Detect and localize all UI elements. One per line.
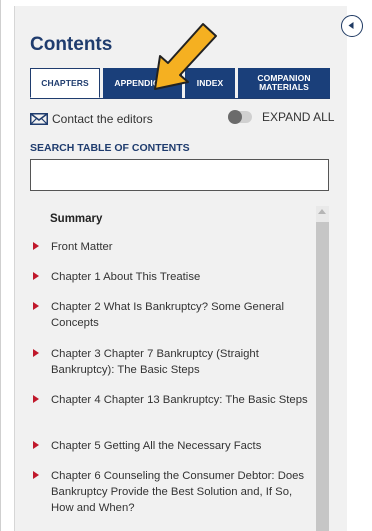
caret-right-icon (33, 242, 39, 250)
envelope-icon (30, 113, 48, 125)
toc-item-label: Front Matter (51, 241, 113, 253)
collapse-panel-button[interactable] (341, 15, 363, 37)
contact-editors-link[interactable]: Contact the editors (30, 112, 153, 126)
toc-item-label: Chapter 3 Chapter 7 Bankruptcy (Straight… (51, 348, 259, 376)
toc-summary-heading: Summary (50, 213, 103, 225)
toc-item-label: Chapter 6 Counseling the Consumer Debtor… (51, 470, 305, 514)
scroll-up-icon[interactable] (318, 209, 326, 214)
toc-scrollbar[interactable] (316, 206, 329, 531)
caret-right-icon (33, 349, 39, 357)
panel-title: Contents (30, 34, 113, 55)
expand-all-control[interactable]: EXPAND ALL (228, 110, 334, 124)
right-margin (347, 0, 372, 531)
window-edge (0, 0, 1, 531)
tab-companion-materials[interactable]: COMPANION MATERIALS (238, 68, 330, 98)
caret-right-icon (33, 441, 39, 449)
toc-item-label: Chapter 4 Chapter 13 Bankruptcy: The Bas… (51, 394, 308, 406)
caret-right-icon (33, 272, 39, 280)
toggle-knob (228, 110, 242, 124)
expand-all-toggle[interactable] (228, 110, 252, 124)
toc-item-label: Chapter 1 About This Treatise (51, 271, 201, 283)
expand-all-label: EXPAND ALL (262, 110, 335, 124)
search-input[interactable] (30, 159, 329, 191)
contact-editors-label: Contact the editors (52, 112, 153, 126)
search-label: SEARCH TABLE OF CONTENTS (30, 142, 190, 154)
caret-right-icon (33, 471, 39, 479)
toc-item-label: Chapter 2 What Is Bankruptcy? Some Gener… (51, 301, 284, 329)
toc-item-label: Chapter 5 Getting All the Necessary Fact… (51, 440, 262, 452)
tab-bar-underline (30, 98, 330, 99)
caret-right-icon (33, 395, 39, 403)
scrollbar-thumb[interactable] (316, 222, 329, 531)
caret-right-icon (33, 302, 39, 310)
tab-chapters[interactable]: CHAPTERS (30, 68, 100, 98)
chevron-left-icon (348, 22, 354, 29)
pointer-arrow-icon (154, 23, 217, 90)
